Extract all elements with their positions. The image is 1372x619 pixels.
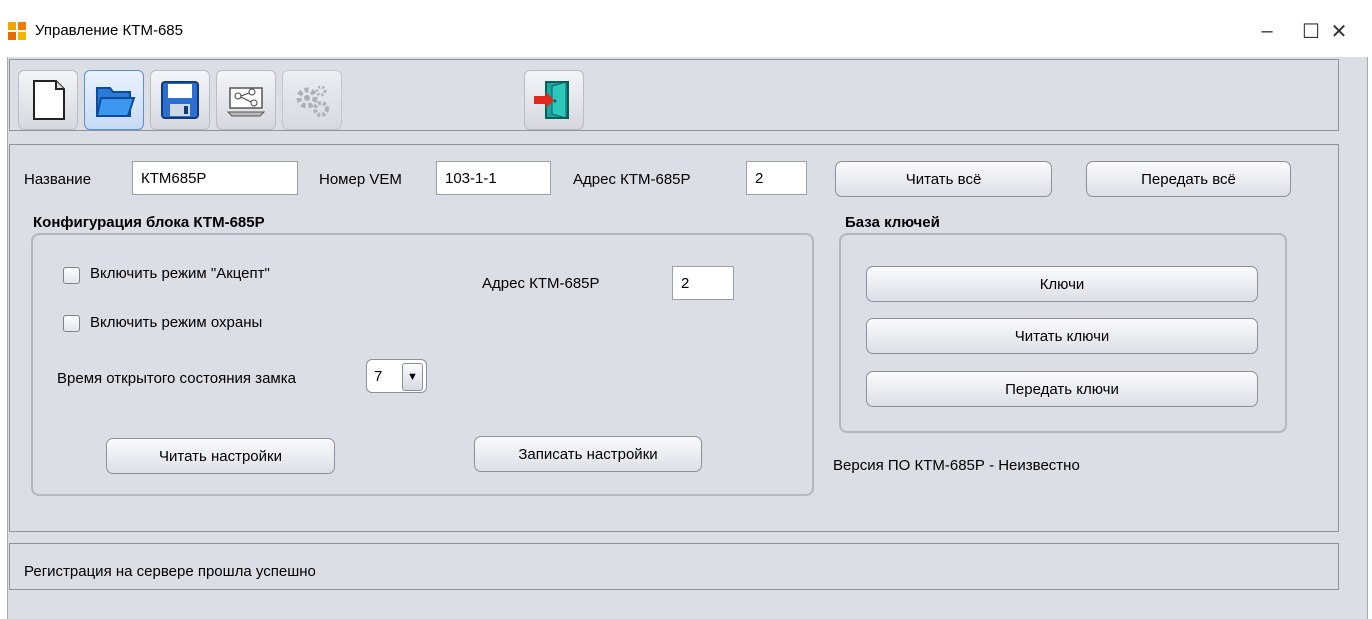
title-bar: Управление КТМ-685 – ☐ ✕ — [0, 0, 1372, 57]
lock-time-label: Время открытого состояния замка — [57, 370, 296, 387]
guard-mode-label: Включить режим охраны — [90, 314, 263, 331]
network-icon — [226, 87, 266, 117]
chevron-down-icon[interactable]: ▼ — [402, 363, 423, 391]
exit-door-icon — [534, 81, 569, 119]
firmware-version-text: Версия ПО КТМ-685Р - Неизвестно — [833, 457, 1080, 474]
config-group-title: Конфигурация блока КТМ-685Р — [33, 214, 265, 231]
keys-group-title: База ключей — [845, 214, 940, 231]
status-text: Регистрация на сервере прошла успешно — [24, 563, 316, 580]
keys-button[interactable]: Ключи — [866, 266, 1258, 302]
settings-button[interactable] — [282, 70, 342, 130]
lock-time-select[interactable]: 7 ▼ — [366, 359, 427, 393]
minimize-button[interactable]: – — [1250, 14, 1284, 48]
address-field[interactable]: 2 — [746, 161, 807, 195]
window-title: Управление КТМ-685 — [35, 22, 183, 39]
vem-label: Номер VEM — [319, 171, 402, 188]
send-keys-button[interactable]: Передать ключи — [866, 371, 1258, 407]
settings-gears-icon — [296, 85, 329, 117]
close-button[interactable]: ✕ — [1322, 14, 1356, 48]
send-all-button[interactable]: Передать всё — [1086, 161, 1291, 197]
lock-time-value: 7 — [374, 368, 383, 385]
vem-field[interactable]: 103-1-1 — [436, 161, 551, 195]
open-folder-icon — [95, 87, 136, 117]
save-button[interactable] — [150, 70, 210, 130]
minimize-icon: – — [1261, 19, 1273, 42]
accept-mode-checkbox[interactable] — [63, 267, 80, 284]
close-icon: ✕ — [1330, 20, 1348, 43]
read-settings-button[interactable]: Читать настройки — [106, 438, 335, 474]
config-address-label: Адрес КТМ-685Р — [482, 275, 600, 292]
name-label: Название — [24, 171, 92, 188]
guard-mode-checkbox[interactable] — [63, 315, 80, 332]
exit-button[interactable] — [524, 70, 584, 130]
config-address-field[interactable]: 2 — [672, 266, 734, 300]
read-all-button[interactable]: Читать всё — [835, 161, 1052, 197]
app-icon — [8, 22, 26, 40]
maximize-icon: ☐ — [1302, 20, 1320, 43]
read-keys-button[interactable]: Читать ключи — [866, 318, 1258, 354]
save-disk-icon — [161, 81, 199, 119]
address-label: Адрес КТМ-685Р — [573, 171, 691, 188]
new-document-icon — [33, 80, 65, 120]
write-settings-button[interactable]: Записать настройки — [474, 436, 702, 472]
new-file-button[interactable] — [18, 70, 78, 130]
open-file-button[interactable] — [84, 70, 144, 130]
name-field[interactable]: КТМ685Р — [132, 161, 298, 195]
network-button[interactable] — [216, 70, 276, 130]
accept-mode-label: Включить режим "Акцепт" — [90, 265, 270, 282]
